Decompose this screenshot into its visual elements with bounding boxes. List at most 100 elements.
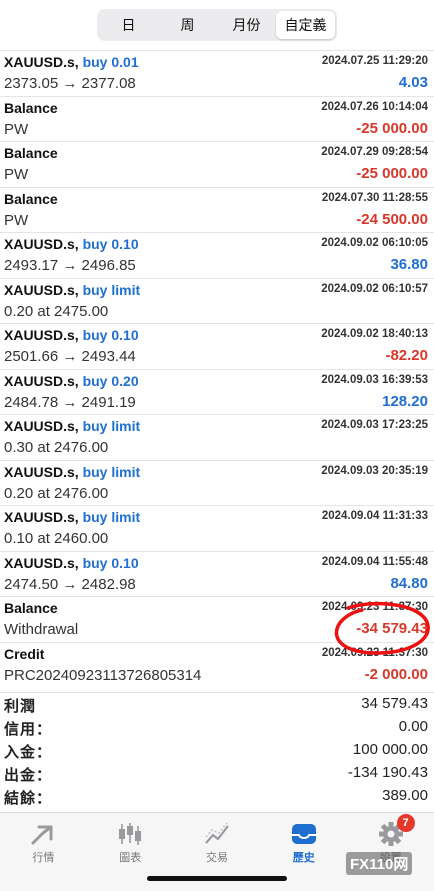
history-row[interactable]: Balance Withdrawal 2024.09.23 11:37:30 -34 … — [0, 596, 434, 642]
nav-trade-label: 交易 — [205, 852, 228, 864]
symbol-name: Balance — [4, 99, 58, 116]
symbol-name: XAUUSD.s, — [4, 418, 79, 434]
summary-row-withdrawal: 出金： -134 190.43 — [0, 762, 434, 785]
period-tab-bar: 日 周 月份 自定義 — [0, 0, 434, 50]
history-detail: PW — [4, 166, 29, 183]
period-segmented-control: 日 周 月份 自定義 — [97, 9, 337, 41]
tab-week[interactable]: 周 — [158, 11, 217, 39]
history-row[interactable]: Balance PW 2024.07.26 10:14:04 -25 000.00 — [0, 95, 434, 142]
symbol-name: XAUUSD.s, — [4, 236, 79, 252]
symbol-name: XAUUSD.s, — [4, 372, 79, 389]
history-amount: 4.03 — [398, 74, 428, 91]
symbol-name: XAUUSD.s, — [4, 327, 79, 343]
history-row[interactable]: XAUUSD.s, buy limit 0.30 at 2476.00 2024.0… — [0, 414, 434, 460]
history-symbol: Balance — [4, 100, 58, 116]
history-row[interactable]: Credit PRC20240923113726805314 2024.09.23 … — [0, 641, 434, 688]
history-amount: -82.20 — [385, 347, 428, 364]
history-row[interactable]: Balance PW 2024.07.29 09:28:54 -25 000.00 — [0, 141, 434, 187]
history-amount: -34 579.43 — [356, 620, 428, 637]
balance-value: 389.00 — [382, 787, 428, 804]
order-action: buy 0.10 — [82, 236, 139, 252]
history-detail: 0.10 at 2460.00 — [4, 530, 109, 547]
history-amount: 128.20 — [382, 392, 428, 410]
symbol-name: XAUUSD.s, — [4, 281, 79, 298]
home-indicator — [147, 876, 287, 881]
history-datetime: 2024.09.03 16:39:53 — [321, 373, 428, 386]
history-row[interactable]: XAUUSD.s, buy 0.10 2501.66 → 2493.44 2024.… — [0, 323, 434, 369]
history-detail: PW — [4, 211, 29, 229]
deposit-value: 100 000.00 — [352, 741, 428, 758]
history-detail: 2501.66 → 2493.44 — [4, 348, 136, 365]
history-row[interactable]: XAUUSD.s, buy 0.10 2493.17 → 2496.85 2024.… — [0, 232, 434, 278]
summary-row-profit: 利潤 34 579.43 — [0, 693, 434, 716]
history-datetime: 2024.09.23 11:37:30 — [321, 646, 428, 659]
history-datetime: 2024.09.03 17:23:25 — [321, 419, 428, 431]
history-symbol: Balance — [4, 600, 58, 616]
history-symbol: XAUUSD.s, buy limit — [4, 282, 140, 298]
symbol-name: XAUUSD.s, — [4, 463, 79, 480]
history-amount: -25 000.00 — [356, 165, 428, 182]
summary-row-balance: 結餘： 389.00 — [0, 785, 434, 808]
balance-label: 結餘： — [4, 790, 53, 807]
history-detail: PW — [4, 120, 29, 138]
history-symbol: Balance — [4, 191, 58, 207]
history-datetime: 2024.09.02 18:40:13 — [321, 328, 428, 340]
order-action: buy limit — [82, 281, 141, 298]
inbox-tray-icon — [291, 824, 316, 844]
tab-day[interactable]: 日 — [99, 11, 158, 39]
summary-row-credit: 信用： 0.00 — [0, 716, 434, 739]
history-detail: 0.20 at 2476.00 — [4, 484, 109, 502]
history-row[interactable]: XAUUSD.s, buy limit 0.20 at 2476.00 2024.0… — [0, 459, 434, 506]
history-datetime: 2024.09.03 20:35:19 — [321, 464, 428, 477]
nav-charts-label: 圖表 — [119, 852, 142, 864]
history-datetime: 2024.07.25 11:29:20 — [321, 55, 428, 67]
nav-quotes[interactable]: 行情 — [0, 813, 87, 891]
history-datetime: 2024.09.04 11:31:33 — [321, 510, 428, 522]
tab-custom[interactable]: 自定義 — [276, 11, 335, 39]
symbol-name: Balance — [4, 145, 58, 161]
history-amount: -25 000.00 — [356, 119, 428, 137]
settings-notification-badge: 7 — [396, 814, 415, 832]
summary-row-deposit: 入金： 100 000.00 — [0, 739, 434, 762]
order-action: buy 0.20 — [82, 372, 139, 389]
history-datetime: 2024.07.26 10:14:04 — [321, 100, 428, 113]
history-amount: -24 500.00 — [356, 210, 428, 228]
history-datetime: 2024.07.29 09:28:54 — [321, 146, 428, 158]
symbol-name: XAUUSD.s, — [4, 554, 79, 571]
quotes-arrows-icon — [31, 825, 53, 845]
history-row[interactable]: XAUUSD.s, buy limit 0.10 at 2460.00 2024.0… — [0, 505, 434, 551]
history-row[interactable]: Balance PW 2024.07.30 11:28:55 -24 500.00 — [0, 186, 434, 233]
credit-label: 信用： — [4, 721, 53, 738]
history-amount: 84.80 — [390, 574, 428, 592]
history-row[interactable]: XAUUSD.s, buy 0.20 2484.78 → 2491.19 2024.… — [0, 368, 434, 415]
nav-history-label: 歷史 — [292, 852, 315, 864]
history-detail: PRC20240923113726805314 — [4, 666, 202, 684]
withdrawal-label: 出金： — [4, 767, 53, 784]
profit-label: 利潤 — [4, 698, 37, 715]
tab-month[interactable]: 月份 — [217, 11, 276, 39]
history-row[interactable]: XAUUSD.s, buy 0.01 2373.05 → 2377.08 2024.… — [0, 50, 434, 96]
history-symbol: XAUUSD.s, buy limit — [4, 418, 140, 434]
order-action: buy 0.10 — [82, 554, 139, 571]
order-action: buy limit — [82, 463, 141, 480]
trade-line-icon — [205, 822, 229, 844]
order-action: buy limit — [82, 509, 141, 525]
history-symbol: XAUUSD.s, buy 0.10 — [4, 555, 139, 571]
order-action: buy limit — [82, 418, 141, 434]
history-row[interactable]: XAUUSD.s, buy limit 0.20 at 2475.00 2024.0… — [0, 277, 434, 324]
history-datetime: 2024.07.30 11:28:55 — [321, 191, 428, 204]
history-row[interactable]: XAUUSD.s, buy 0.10 2474.50 → 2482.98 2024.… — [0, 550, 434, 597]
history-symbol: XAUUSD.s, buy limit — [4, 509, 140, 525]
history-detail: 0.30 at 2476.00 — [4, 439, 109, 456]
history-symbol: XAUUSD.s, buy 0.01 — [4, 54, 139, 70]
symbol-name: XAUUSD.s, — [4, 509, 79, 525]
order-action: buy 0.10 — [82, 327, 139, 343]
history-symbol: Balance — [4, 145, 58, 161]
history-datetime: 2024.09.02 06:10:57 — [321, 282, 428, 295]
history-detail: 0.20 at 2475.00 — [4, 302, 109, 320]
history-datetime: 2024.09.04 11:55:48 — [321, 555, 428, 568]
history-symbol: XAUUSD.s, buy 0.10 — [4, 327, 139, 343]
history-detail: 2493.17 → 2496.85 — [4, 257, 136, 274]
deposit-label: 入金： — [4, 744, 53, 761]
history-detail: 2373.05 → 2377.08 — [4, 75, 136, 92]
